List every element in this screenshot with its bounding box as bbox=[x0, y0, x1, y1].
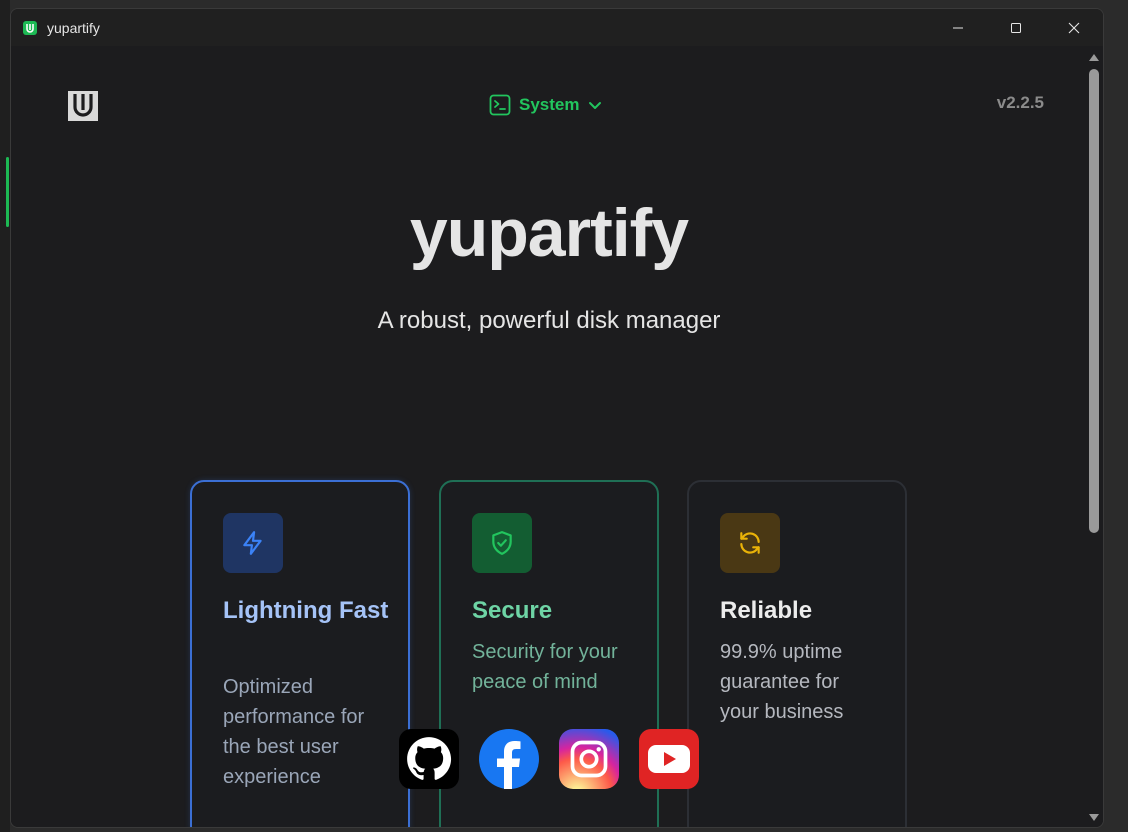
feature-card-lightning-fast: Lightning Fast Optimized performance for… bbox=[190, 480, 410, 827]
scrollbar-thumb[interactable] bbox=[1089, 69, 1099, 533]
platform-dropdown-label: System bbox=[519, 95, 580, 114]
minimize-button[interactable] bbox=[929, 9, 987, 46]
terminal-icon bbox=[489, 94, 511, 116]
hero-title: yupartify bbox=[409, 195, 689, 271]
minimize-icon bbox=[953, 27, 963, 28]
title-bar[interactable]: yupartify bbox=[11, 9, 1103, 46]
desktop-background bbox=[0, 0, 10, 832]
feature-description: Optimized performance for the best user … bbox=[223, 676, 365, 788]
facebook-link[interactable] bbox=[479, 729, 539, 789]
scroll-up-arrow-icon[interactable] bbox=[1088, 52, 1100, 62]
feature-title: Reliable bbox=[720, 597, 813, 624]
shield-check-icon bbox=[472, 513, 532, 573]
app-logo[interactable] bbox=[67, 90, 99, 122]
youtube-icon bbox=[648, 745, 690, 773]
maximize-button[interactable] bbox=[987, 9, 1045, 46]
social-links bbox=[399, 729, 699, 789]
window-title: yupartify bbox=[47, 19, 100, 36]
feature-title: Secure bbox=[472, 597, 553, 624]
maximize-icon bbox=[1011, 22, 1021, 33]
feature-card-reliable: Reliable 99.9% uptime guarantee for your… bbox=[687, 480, 907, 827]
instagram-icon bbox=[570, 740, 608, 778]
refresh-icon bbox=[720, 513, 780, 573]
github-icon bbox=[407, 737, 452, 780]
hero-subtitle: A robust, powerful disk manager bbox=[377, 307, 721, 334]
close-button[interactable] bbox=[1045, 9, 1103, 46]
desktop-accent bbox=[6, 157, 9, 227]
feature-description: 99.9% uptime guarantee for your business bbox=[720, 641, 844, 723]
vertical-scrollbar[interactable] bbox=[1085, 46, 1103, 827]
app-icon bbox=[23, 20, 37, 35]
close-icon bbox=[1068, 22, 1080, 33]
window-controls bbox=[929, 9, 1103, 46]
scroll-down-arrow-icon[interactable] bbox=[1088, 813, 1100, 823]
app-window: yupartify System v2.2.5 yupartify A robu… bbox=[10, 8, 1104, 828]
github-link[interactable] bbox=[399, 729, 459, 789]
main-content: System v2.2.5 yupartify A robust, powerf… bbox=[11, 46, 1087, 827]
lightning-icon bbox=[223, 513, 283, 573]
platform-dropdown[interactable]: System bbox=[489, 92, 603, 118]
chevron-down-icon bbox=[589, 102, 602, 109]
instagram-link[interactable] bbox=[559, 729, 619, 789]
version-label: v2.2.5 bbox=[996, 93, 1044, 112]
facebook-icon bbox=[497, 741, 521, 789]
feature-title: Lightning Fast bbox=[223, 597, 389, 624]
feature-description: Security for your peace of mind bbox=[472, 641, 618, 693]
logo-icon bbox=[68, 91, 98, 121]
youtube-link[interactable] bbox=[639, 729, 699, 789]
